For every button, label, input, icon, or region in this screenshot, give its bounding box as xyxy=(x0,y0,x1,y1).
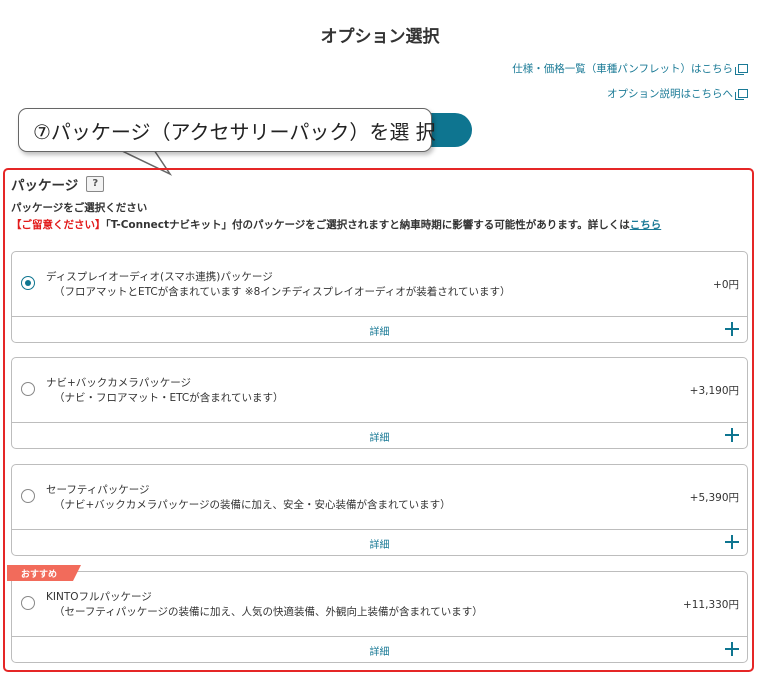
package-description: （ナビ+バックカメラパッケージの装備に加え、安全・安心装備が含まれています） xyxy=(54,499,451,511)
package-description: （フロアマットとETCが含まれています ※8インチディスプレイオーディオが装着さ… xyxy=(54,286,511,298)
external-window-icon xyxy=(735,89,748,100)
package-section-header: パッケージ ? xyxy=(11,174,105,194)
package-price: +0円 xyxy=(713,279,739,291)
package-name: ディスプレイオーディオ(スマホ連携)パッケージ xyxy=(46,271,273,283)
plus-icon[interactable] xyxy=(725,535,739,549)
package-card-navi-camera[interactable]: ナビ+バックカメラパッケージ （ナビ・フロアマット・ETCが含まれています） +… xyxy=(11,357,748,449)
instruction-callout: ⑦パッケージ（アクセサリーパック）を選 択 xyxy=(18,108,436,152)
external-window-icon xyxy=(735,64,748,75)
spec-pamphlet-link[interactable]: 仕様・価格一覧（車種パンフレット）はこちら xyxy=(512,61,748,76)
notice-label: 【ご留意ください】 xyxy=(11,219,106,231)
package-prompt: パッケージをご選択ください xyxy=(11,202,148,214)
radio-display-audio[interactable] xyxy=(21,276,35,290)
details-label: 詳細 xyxy=(369,647,390,658)
notice-text: 【ご留意ください】「T-Connectナビキット」付のパッケージをご選択されます… xyxy=(11,217,661,232)
details-toggle[interactable]: 詳細 xyxy=(12,529,747,555)
package-name: ナビ+バックカメラパッケージ xyxy=(46,377,191,389)
page-title: オプション選択 xyxy=(320,27,440,47)
package-name: セーフティパッケージ xyxy=(46,484,150,496)
package-name: KINTOフルパッケージ xyxy=(46,591,152,603)
spec-pamphlet-link-label: 仕様・価格一覧（車種パンフレット）はこちら xyxy=(512,63,733,75)
radio-kinto-full[interactable] xyxy=(21,596,35,610)
notice-details-link[interactable]: こちら xyxy=(630,219,662,231)
radio-navi-camera[interactable] xyxy=(21,382,35,396)
radio-safety[interactable] xyxy=(21,489,35,503)
package-price: +5,390円 xyxy=(689,492,739,504)
package-price: +3,190円 xyxy=(689,385,739,397)
package-price: +11,330円 xyxy=(682,599,739,611)
plus-icon[interactable] xyxy=(725,428,739,442)
package-card-kinto-full[interactable]: KINTOフルパッケージ （セーフティパッケージの装備に加え、人気の快適装備、外… xyxy=(11,571,748,663)
details-label: 詳細 xyxy=(369,327,390,338)
package-card-display-audio[interactable]: ディスプレイオーディオ(スマホ連携)パッケージ （フロアマットとETCが含まれて… xyxy=(11,251,748,343)
package-description: （セーフティパッケージの装備に加え、人気の快適装備、外観向上装備が含まれています… xyxy=(54,606,483,618)
plus-icon[interactable] xyxy=(725,642,739,656)
recommended-badge-label: おすすめ xyxy=(21,570,58,580)
details-label: 詳細 xyxy=(369,540,390,551)
plus-icon[interactable] xyxy=(725,322,739,336)
package-description: （ナビ・フロアマット・ETCが含まれています） xyxy=(54,392,284,404)
details-toggle[interactable]: 詳細 xyxy=(12,636,747,662)
details-toggle[interactable]: 詳細 xyxy=(12,422,747,448)
section-title: パッケージ xyxy=(11,178,79,194)
notice-body: 「T-Connectナビキット」付のパッケージをご選択されますと納車時期に影響す… xyxy=(105,219,630,231)
option-info-link-label: オプション説明はこちらへ xyxy=(607,88,733,100)
package-card-safety[interactable]: セーフティパッケージ （ナビ+バックカメラパッケージの装備に加え、安全・安心装備… xyxy=(11,464,748,556)
option-info-link[interactable]: オプション説明はこちらへ xyxy=(607,86,748,101)
question-icon[interactable]: ? xyxy=(86,176,105,192)
details-toggle[interactable]: 詳細 xyxy=(12,316,747,342)
recommended-badge: おすすめ xyxy=(7,565,81,581)
details-label: 詳細 xyxy=(369,433,390,444)
